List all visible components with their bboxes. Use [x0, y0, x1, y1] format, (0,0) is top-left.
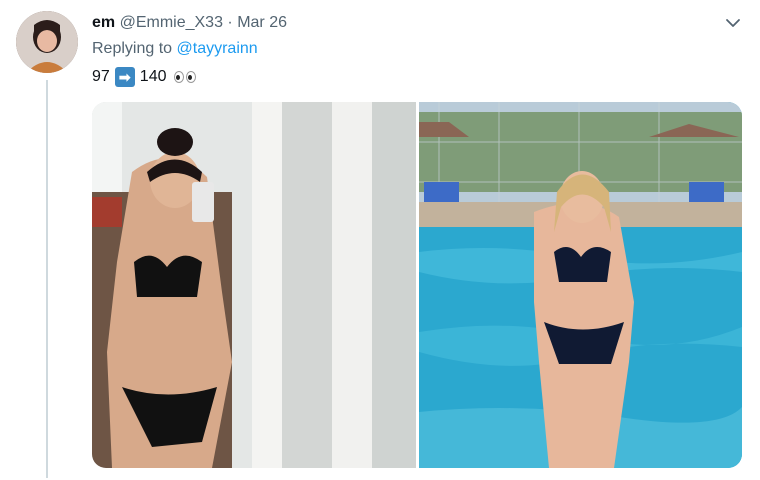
avatar-image — [16, 11, 78, 73]
tweet-text: 97 ➡ 140 — [92, 67, 196, 87]
replying-to-line: Replying to @tayyrainn — [92, 40, 258, 58]
right-arrow-icon: ➡ — [114, 67, 135, 87]
tweet-date[interactable]: Mar 26 — [237, 14, 287, 31]
media-photo-2[interactable] — [419, 102, 742, 468]
handle[interactable]: @Emmie_X33 — [120, 14, 223, 31]
media-grid — [92, 102, 742, 468]
separator: · — [227, 14, 233, 31]
number-before: 97 — [92, 68, 110, 85]
photo-1-image — [92, 102, 416, 468]
eyes-icon — [173, 71, 196, 83]
chevron-down-icon[interactable] — [722, 12, 744, 34]
media-photo-1[interactable] — [92, 102, 416, 468]
tweet-header: em @Emmie_X33 · Mar 26 — [92, 14, 287, 32]
number-after: 140 — [139, 68, 167, 85]
display-name[interactable]: em — [92, 14, 115, 31]
photo-2-image — [419, 102, 742, 468]
replying-prefix: Replying to — [92, 40, 173, 57]
mention-link[interactable]: @tayyrainn — [177, 40, 258, 57]
thread-line — [46, 80, 48, 478]
avatar[interactable] — [16, 11, 78, 73]
